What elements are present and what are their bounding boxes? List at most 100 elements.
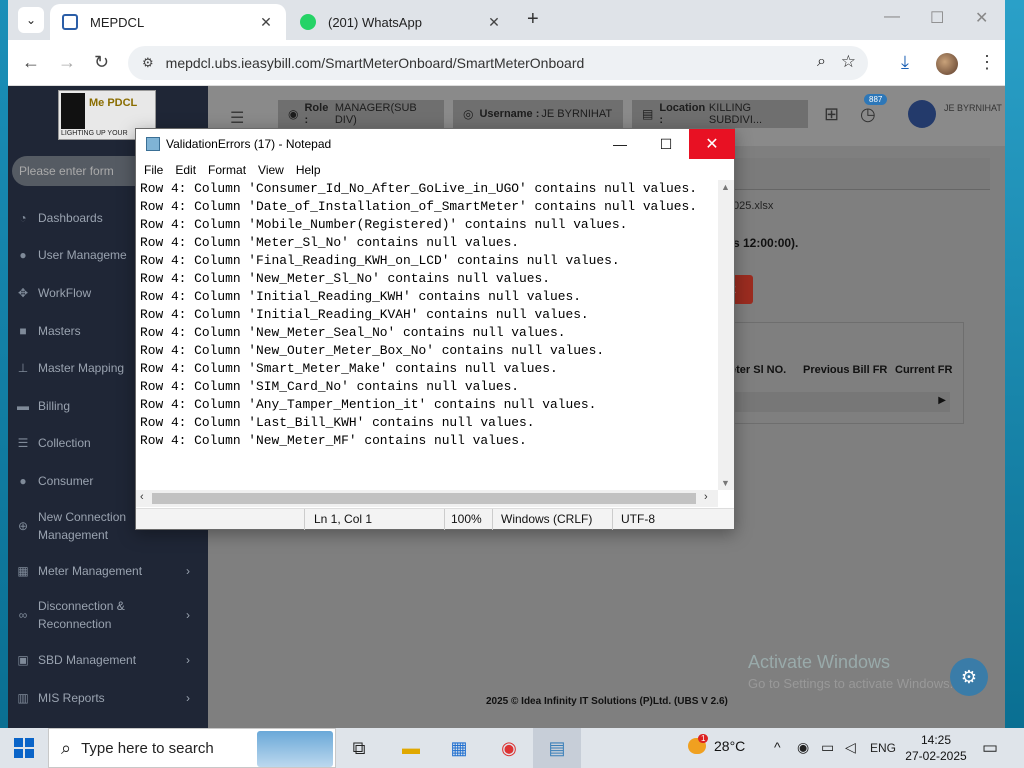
chrome-icon[interactable]: ◉ (496, 735, 522, 761)
list-icon: ☰ (17, 436, 29, 450)
scroll-left-icon[interactable]: ‹ (140, 491, 144, 503)
back-icon[interactable]: ← (22, 52, 40, 73)
encoding: UTF-8 (621, 512, 655, 526)
menu-edit[interactable]: Edit (175, 163, 196, 177)
notepad-maximize-icon[interactable]: ☐ (643, 129, 689, 159)
network-icon[interactable]: ▭ (821, 739, 834, 756)
bookmark-star-icon[interactable]: ☆ (841, 52, 856, 72)
text-line: Row 4: Column 'New_Meter_Seal_No' contai… (140, 325, 566, 340)
sidebar-item-meter-management[interactable]: ▦ Meter Management › (8, 562, 208, 580)
line-ending: Windows (CRLF) (501, 512, 593, 526)
workflow-icon: ✥ (17, 286, 29, 300)
dashboard-icon: ◔ (19, 211, 27, 225)
url-text: mepdcl.ubs.ieasybill.com/SmartMeterOnboa… (165, 55, 585, 71)
user-circle-icon: ◎ (463, 107, 474, 121)
store-icon[interactable]: ▦ (446, 735, 472, 761)
browser-menu-icon[interactable]: ⋮ (978, 52, 996, 73)
notepad-title-bar[interactable]: ValidationErrors (17) - Notepad — ☐ ✕ (136, 129, 735, 159)
close-window-icon[interactable]: ✕ (975, 8, 988, 28)
scroll-up-icon[interactable]: ▲ (721, 182, 730, 192)
scroll-right-icon[interactable]: ▶ (938, 395, 946, 406)
search-icon: ⌕ (61, 737, 72, 758)
search-highlight-image (257, 731, 333, 767)
minimize-icon[interactable]: — (884, 8, 900, 26)
tab-search-button[interactable]: ⌄ (18, 7, 44, 33)
forward-icon[interactable]: → (58, 52, 76, 73)
scroll-down-icon[interactable]: ▼ (721, 478, 730, 488)
menu-format[interactable]: Format (208, 163, 246, 177)
page-footer: 2025 © Idea Infinity IT Solutions (P)Ltd… (486, 696, 728, 707)
menu-file[interactable]: File (144, 163, 163, 177)
text-line: Row 4: Column 'Smart_Meter_Make' contain… (140, 361, 558, 376)
notepad-app-icon (146, 137, 160, 151)
cursor-position: Ln 1, Col 1 (314, 512, 373, 526)
tab-whatsapp[interactable]: (201) WhatsApp ✕ (288, 4, 514, 40)
hamburger-menu-icon[interactable]: ☰ (230, 108, 244, 128)
notepad-window: ValidationErrors (17) - Notepad — ☐ ✕ Fi… (135, 128, 735, 530)
clock-date: 27-02-2025 (905, 749, 967, 763)
notepad-close-icon[interactable]: ✕ (689, 129, 735, 159)
download-icon[interactable]: ⤓ (901, 52, 909, 73)
zoom-icon[interactable]: ⌕ (817, 53, 826, 71)
language-indicator[interactable]: ENG (870, 741, 896, 755)
chevron-right-icon: › (186, 564, 190, 578)
user-icon: ● (19, 248, 27, 262)
clock-icon[interactable]: ◷ (860, 104, 876, 125)
notification-center-icon[interactable]: ▭ (982, 738, 998, 758)
maximize-icon[interactable]: ☐ (930, 8, 944, 28)
activate-windows-subtitle: Go to Settings to activate Windows. (748, 676, 954, 691)
text-line: Row 4: Column 'Mobile_Number(Registered)… (140, 217, 628, 232)
username-pill: ◎ Username : JE BYRNIHAT (453, 100, 623, 128)
sidebar-item-sbd-management[interactable]: ▣ SBD Management › (8, 651, 208, 669)
new-tab-icon[interactable]: + (527, 8, 539, 31)
box-icon: ▣ (17, 653, 29, 667)
user-name: JE BYRNIHAT (944, 103, 1002, 113)
volume-icon[interactable]: ◁ (845, 739, 856, 756)
notepad-horizontal-scrollbar[interactable]: ‹ › (136, 490, 718, 507)
table-horizontal-scrollbar[interactable]: ▶ (728, 392, 950, 412)
site-info-icon[interactable]: ⚙ (142, 55, 154, 71)
close-tab-icon[interactable]: ✕ (486, 14, 502, 31)
user-avatar[interactable] (908, 100, 936, 128)
notepad-vertical-scrollbar[interactable]: ▲ ▼ (718, 180, 734, 490)
notepad-text-area[interactable]: Row 4: Column 'Consumer_Id_No_After_GoLi… (138, 180, 718, 490)
notepad-minimize-icon[interactable]: — (597, 129, 643, 159)
file-explorer-icon[interactable]: ▬ (398, 735, 424, 761)
scroll-right-icon[interactable]: › (704, 491, 708, 503)
taskbar-clock[interactable]: 14:25 27-02-2025 (905, 732, 967, 764)
notepad-taskbar-icon[interactable]: ▤ (544, 735, 570, 761)
text-line: Row 4: Column 'Meter_Sl_No' contains nul… (140, 235, 520, 250)
reload-icon[interactable]: ↻ (94, 52, 109, 73)
text-line: Row 4: Column 'New_Meter_Sl_No' contains… (140, 271, 550, 286)
close-tab-icon[interactable]: ✕ (258, 14, 274, 31)
windows-start-icon[interactable] (14, 738, 34, 758)
profile-avatar[interactable] (936, 53, 958, 75)
speedometer-icon: ◉ (288, 107, 299, 121)
url-input[interactable]: ⚙ mepdcl.ubs.ieasybill.com/SmartMeterOnb… (128, 46, 868, 80)
building-icon: ▤ (642, 107, 654, 121)
chevron-right-icon: › (186, 608, 190, 622)
weather-widget[interactable]: 1 28°C (688, 734, 745, 754)
text-line: Row 4: Column 'New_Outer_Meter_Box_No' c… (140, 343, 605, 358)
grid-icon: ▦ (17, 564, 29, 578)
sidebar-item-new-connection[interactable]: ⊕ New Connection Management (8, 508, 148, 544)
menu-view[interactable]: View (258, 163, 284, 177)
sidebar-item-mis-reports[interactable]: ▥ MIS Reports › (8, 689, 208, 707)
menu-help[interactable]: Help (296, 163, 321, 177)
whatsapp-favicon-icon (300, 14, 316, 30)
task-view-icon[interactable]: ⧉ (346, 735, 372, 761)
chevron-right-icon: › (186, 653, 190, 667)
scrollbar-thumb[interactable] (152, 493, 696, 504)
text-line: Row 4: Column 'New_Meter_MF' contains nu… (140, 433, 527, 448)
tab-strip: ⌄ MEPDCL ✕ (201) WhatsApp ✕ + — ☐ ✕ (8, 0, 1005, 40)
column-header: Previous Bill FR (803, 364, 888, 376)
chevron-up-icon[interactable]: ^ (774, 739, 781, 755)
sitemap-icon[interactable]: ⊞ (824, 104, 839, 125)
plus-circle-icon: ⊕ (17, 519, 29, 533)
desktop-right-edge (1005, 0, 1024, 728)
tab-mepdcl[interactable]: MEPDCL ✕ (50, 4, 286, 40)
sidebar-item-disconnection[interactable]: ∞ Disconnection & Reconnection › (8, 597, 208, 633)
record-icon[interactable]: ◉ (797, 739, 809, 756)
taskbar-search-input[interactable]: ⌕ Type here to search (48, 728, 336, 768)
settings-gear-button[interactable]: ⚙ (950, 658, 988, 696)
